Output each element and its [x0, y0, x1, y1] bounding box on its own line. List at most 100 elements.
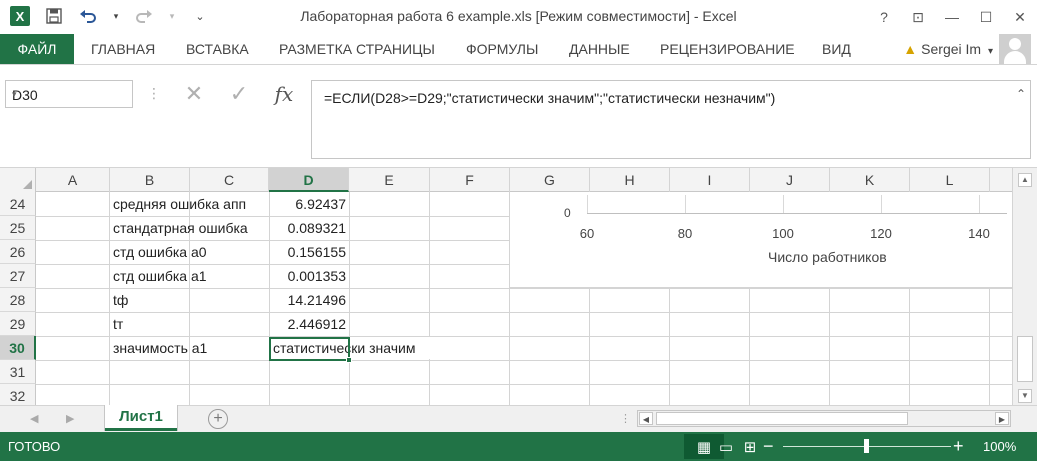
tab-formulas[interactable]: ФОРМУЛЫ: [466, 34, 538, 64]
cell-d29[interactable]: 2.446912: [270, 312, 349, 336]
add-sheet-icon[interactable]: +: [208, 409, 228, 429]
cell-d24[interactable]: 6.92437: [270, 192, 349, 216]
row-header-29[interactable]: 29: [0, 312, 36, 336]
cell-d26[interactable]: 0.156155: [270, 240, 349, 264]
tab-split-handle[interactable]: ⋮: [620, 412, 631, 425]
chart-gridline: [685, 195, 686, 213]
sheet-prev-icon[interactable]: ◀: [30, 412, 38, 425]
chart-x-tick-label: 120: [870, 226, 892, 241]
cell-b24[interactable]: средняя ошибка апп: [113, 192, 268, 216]
vertical-scrollbar[interactable]: ▲ ▼: [1012, 168, 1037, 408]
vertical-scroll-thumb[interactable]: [1017, 336, 1033, 382]
column-header-c[interactable]: C: [190, 168, 269, 192]
insert-function-icon[interactable]: fx: [264, 80, 304, 108]
scroll-up-icon[interactable]: ▲: [1018, 173, 1032, 187]
chart-fragment[interactable]: 0 60 80 100 120 140 Число работников: [510, 192, 1012, 288]
horizontal-scrollbar[interactable]: ◀ ▶: [637, 410, 1011, 427]
chart-x-tick-label: 100: [772, 226, 794, 241]
column-header-d[interactable]: D: [269, 168, 349, 192]
collapse-formula-bar-icon[interactable]: ⌃: [1016, 87, 1026, 101]
column-header-h[interactable]: H: [590, 168, 670, 192]
sheet-tab-list1[interactable]: Лист1: [105, 405, 177, 431]
column-header-a[interactable]: A: [36, 168, 110, 192]
cell-b29[interactable]: tт: [113, 312, 268, 336]
formula-text: =ЕСЛИ(D28>=D29;"статистически значим";"с…: [324, 90, 776, 106]
tab-review[interactable]: РЕЦЕНЗИРОВАНИЕ: [660, 34, 795, 64]
worksheet-grid[interactable]: A B C D E F G H I J K L 24 25 26 27 28 2…: [0, 168, 1037, 408]
status-bar: ГОТОВО ▦ ▭ ⊞ − + 100%: [0, 432, 1037, 461]
enter-icon[interactable]: ✓: [219, 80, 259, 108]
column-header-e[interactable]: E: [349, 168, 430, 192]
user-dropdown-icon: ▾: [987, 46, 993, 57]
row-header-31[interactable]: 31: [0, 360, 36, 384]
name-box[interactable]: D30 ▾: [5, 80, 133, 108]
column-header-b[interactable]: B: [110, 168, 190, 192]
scroll-right-icon[interactable]: ▶: [995, 412, 1009, 425]
cell-b30[interactable]: значимость а1: [113, 336, 268, 360]
chart-x-axis-title: Число работников: [768, 249, 887, 265]
close-icon[interactable]: ✕: [1003, 0, 1037, 34]
column-header-l[interactable]: L: [910, 168, 990, 192]
cell-b25[interactable]: стандатрная ошибка: [113, 216, 268, 240]
tab-file[interactable]: ФАЙЛ: [0, 34, 74, 64]
row-header-30[interactable]: 30: [0, 336, 36, 360]
zoom-slider-thumb[interactable]: [864, 439, 869, 453]
row-header-26[interactable]: 26: [0, 240, 36, 264]
sheet-next-icon[interactable]: ▶: [66, 412, 74, 425]
status-ready: ГОТОВО: [8, 439, 61, 454]
user-name: Sergei Im: [921, 41, 982, 57]
select-all-button[interactable]: [0, 168, 36, 192]
cell-b28[interactable]: tф: [113, 288, 268, 312]
cell-d28[interactable]: 14.21496: [270, 288, 349, 312]
row-header-28[interactable]: 28: [0, 288, 36, 312]
window-controls: ? ⊡ — ☐ ✕: [867, 0, 1037, 34]
column-header-f[interactable]: F: [430, 168, 510, 192]
cell-b26[interactable]: стд ошибка а0: [113, 240, 268, 264]
formula-bar-grip[interactable]: ⋮: [147, 85, 161, 103]
row-header-27[interactable]: 27: [0, 264, 36, 288]
row-header-25[interactable]: 25: [0, 216, 36, 240]
tab-insert[interactable]: ВСТАВКА: [186, 34, 249, 64]
column-header-j[interactable]: J: [750, 168, 830, 192]
cell-d25[interactable]: 0.089321: [270, 216, 349, 240]
chart-gridline: [979, 195, 980, 213]
ribbon-tabs: ФАЙЛ ГЛАВНАЯ ВСТАВКА РАЗМЕТКА СТРАНИЦЫ Ф…: [0, 34, 1037, 64]
scroll-left-icon[interactable]: ◀: [639, 412, 653, 425]
ribbon-display-options-icon[interactable]: ⊡: [901, 0, 935, 34]
tab-home[interactable]: ГЛАВНАЯ: [91, 34, 155, 64]
tab-page-layout[interactable]: РАЗМЕТКА СТРАНИЦЫ: [279, 34, 435, 64]
title-bar: X ▾ ▾ ⌄ Лабораторная работа 6 example.xl…: [0, 0, 1037, 34]
chart-x-tick-label: 60: [579, 226, 595, 241]
avatar[interactable]: [999, 34, 1031, 64]
tab-view[interactable]: ВИД: [822, 34, 851, 64]
minimize-icon[interactable]: —: [935, 0, 969, 34]
horizontal-scroll-thumb[interactable]: [656, 412, 908, 425]
column-header-k[interactable]: K: [830, 168, 910, 192]
cell-d30[interactable]: статистически значим: [273, 337, 448, 359]
column-header-g[interactable]: G: [510, 168, 590, 192]
user-account[interactable]: ▲ Sergei Im ▾: [903, 34, 993, 64]
cell-b27[interactable]: стд ошибка а1: [113, 264, 268, 288]
zoom-in-icon[interactable]: +: [953, 437, 964, 455]
tab-data[interactable]: ДАННЫЕ: [569, 34, 630, 64]
column-header-i[interactable]: I: [670, 168, 750, 192]
sheet-tab-bar: ◀ ▶ Лист1 + ⋮ ◀ ▶: [0, 405, 1037, 432]
zoom-level[interactable]: 100%: [983, 439, 1016, 454]
chart-x-tick-label: 80: [677, 226, 693, 241]
row-header-24[interactable]: 24: [0, 192, 36, 216]
zoom-out-icon[interactable]: −: [763, 437, 774, 455]
maximize-icon[interactable]: ☐: [969, 0, 1003, 34]
page-break-view-icon[interactable]: ⊞: [740, 434, 760, 459]
chart-gridline: [783, 195, 784, 213]
formula-input[interactable]: =ЕСЛИ(D28>=D29;"статистически значим";"с…: [311, 80, 1031, 159]
name-box-dropdown-icon[interactable]: ▾: [12, 89, 126, 100]
warning-icon: ▲: [903, 41, 918, 57]
scroll-down-icon[interactable]: ▼: [1018, 389, 1032, 403]
chart-x-axis: [587, 213, 1007, 214]
fill-handle[interactable]: [346, 357, 352, 363]
chart-x-tick-label: 140: [968, 226, 990, 241]
cancel-icon[interactable]: ✕: [174, 80, 214, 108]
formula-area: D30 ▾ ⋮ ✕ ✓ fx =ЕСЛИ(D28>=D29;"статистич…: [0, 65, 1037, 168]
help-icon[interactable]: ?: [867, 0, 901, 34]
cell-d27[interactable]: 0.001353: [270, 264, 349, 288]
